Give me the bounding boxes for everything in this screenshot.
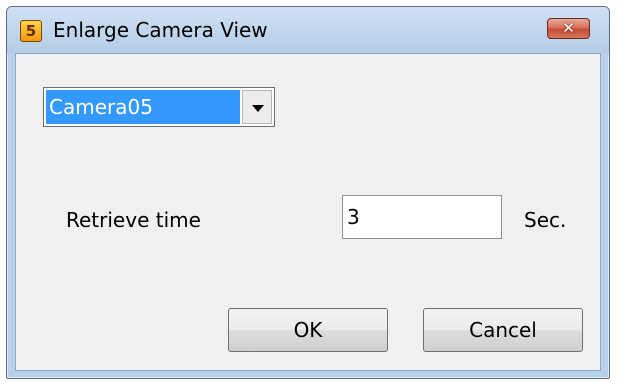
retrieve-time-unit: Sec. bbox=[524, 208, 567, 232]
ok-button[interactable]: OK bbox=[228, 308, 388, 352]
dialog-body: Camera05 Retrieve time Sec. OK Cancel bbox=[15, 53, 601, 371]
app-icon: 5 bbox=[20, 20, 42, 42]
camera-select[interactable]: Camera05 bbox=[43, 87, 275, 127]
close-button[interactable]: ✕ bbox=[547, 18, 590, 39]
camera-select-value: Camera05 bbox=[46, 90, 240, 124]
retrieve-time-label: Retrieve time bbox=[66, 208, 201, 232]
chevron-down-icon[interactable] bbox=[242, 90, 272, 124]
dialog-window: 5 Enlarge Camera View ✕ Camera05 Retriev… bbox=[6, 6, 610, 379]
window-title: Enlarge Camera View bbox=[53, 18, 268, 42]
title-bar[interactable]: 5 Enlarge Camera View ✕ bbox=[7, 7, 609, 53]
cancel-button[interactable]: Cancel bbox=[423, 308, 583, 352]
retrieve-time-field[interactable] bbox=[342, 195, 502, 239]
